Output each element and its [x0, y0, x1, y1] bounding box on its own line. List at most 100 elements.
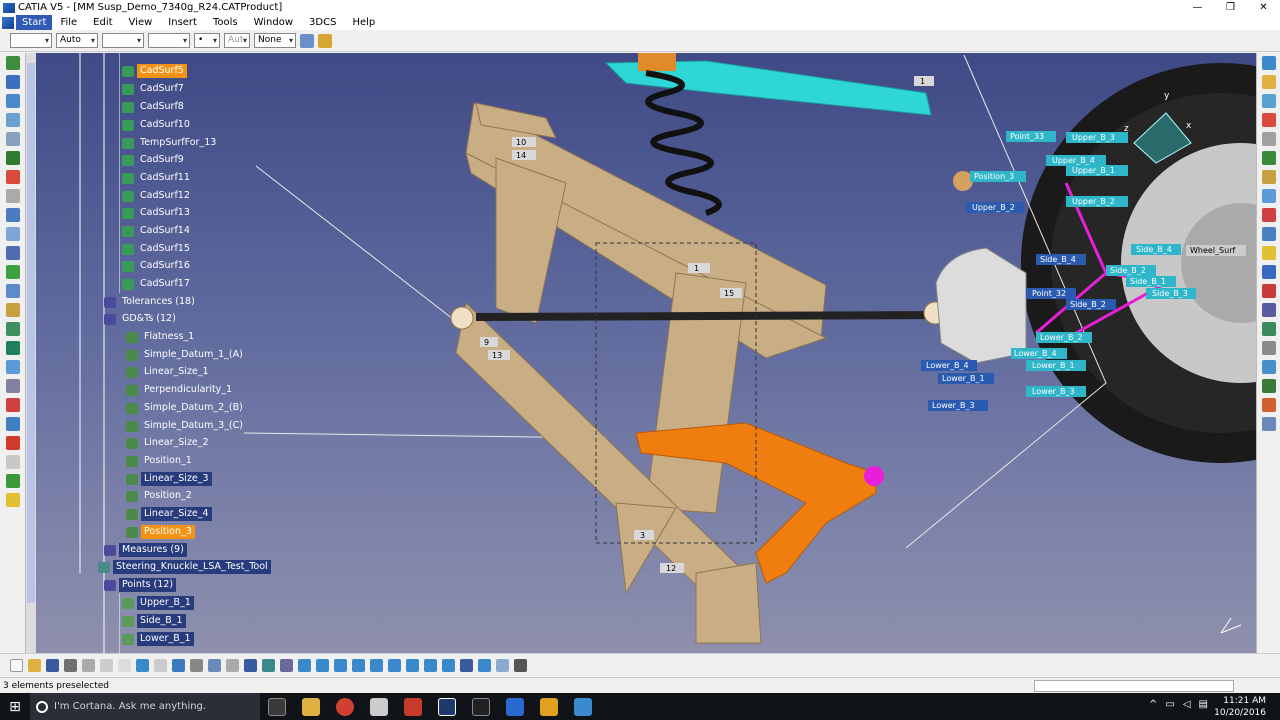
shading-icon[interactable]: [460, 659, 473, 672]
rotate-icon[interactable]: [352, 659, 365, 672]
tree-item[interactable]: CadSurf15: [122, 241, 193, 257]
iso-view-icon[interactable]: [442, 659, 455, 672]
brush2-icon[interactable]: [5, 455, 20, 469]
start-icon[interactable]: [2, 16, 14, 29]
tree-item[interactable]: Side_B_1: [122, 613, 186, 629]
close-button[interactable]: ✕: [1247, 0, 1280, 15]
car-icon[interactable]: [5, 436, 20, 450]
tree-item[interactable]: CadSurf11: [122, 170, 193, 186]
color-combo[interactable]: [10, 33, 52, 48]
menu-file[interactable]: File: [52, 15, 85, 30]
table-icon[interactable]: [244, 659, 257, 672]
fit-all-icon[interactable]: [316, 659, 329, 672]
swap-visible-icon[interactable]: [496, 659, 509, 672]
tree-item[interactable]: CadSurf14: [122, 223, 193, 239]
pan-icon[interactable]: [334, 659, 347, 672]
task-view-icon[interactable]: [268, 697, 286, 716]
tree-scrollbar-thumb[interactable]: [27, 63, 35, 603]
select-icon[interactable]: [1261, 56, 1276, 70]
menu-3dcs[interactable]: 3DCS: [301, 15, 344, 30]
network-tray-icon[interactable]: ▭: [1165, 699, 1174, 710]
linetype-combo[interactable]: [102, 33, 144, 48]
snap-icon[interactable]: [1261, 94, 1276, 108]
export-icon[interactable]: [1261, 379, 1276, 393]
fastener-icon[interactable]: [1261, 113, 1276, 127]
menu-view[interactable]: View: [121, 15, 161, 30]
tree-scrollbar[interactable]: [26, 53, 36, 653]
fly-icon[interactable]: [298, 659, 311, 672]
catia-taskbar-icon[interactable]: [438, 697, 456, 716]
lineweight-combo[interactable]: [148, 33, 190, 48]
snowflake-icon[interactable]: [574, 697, 592, 716]
kinematics-icon[interactable]: [1261, 303, 1276, 317]
paste-icon[interactable]: [118, 659, 131, 672]
tree-item[interactable]: CadSurf12: [122, 188, 193, 204]
keyboard-icon[interactable]: ▤: [1199, 699, 1208, 710]
analyze-icon[interactable]: [1261, 189, 1276, 203]
view-icon[interactable]: [1261, 360, 1276, 374]
tree-item[interactable]: Position_1: [126, 453, 195, 469]
app-icon[interactable]: [370, 697, 388, 716]
tree-item[interactable]: Linear_Size_2: [126, 435, 212, 451]
settings-icon[interactable]: [540, 697, 558, 716]
clock[interactable]: 11:21 AM 10/20/2016: [1214, 695, 1266, 719]
tree-item[interactable]: Position_2: [126, 488, 195, 504]
tree-item[interactable]: Upper_B_1: [122, 595, 194, 611]
sim-icon[interactable]: [5, 360, 20, 374]
check-icon[interactable]: [5, 265, 20, 279]
normal-view-icon[interactable]: [406, 659, 419, 672]
star-icon[interactable]: [5, 493, 20, 507]
file-explorer-icon[interactable]: [302, 697, 320, 716]
chevron-up-icon[interactable]: ^: [1149, 699, 1157, 710]
maximize-button[interactable]: ❐: [1214, 0, 1247, 15]
tree-item[interactable]: Perpendicularity_1: [126, 382, 235, 398]
analysis-icon[interactable]: [5, 189, 20, 203]
section-icon[interactable]: [1261, 227, 1276, 241]
tree-item[interactable]: CadSurf7: [122, 81, 187, 97]
tree-item[interactable]: Tolerances (18): [104, 294, 198, 310]
open-icon[interactable]: [28, 659, 41, 672]
export-icon[interactable]: [5, 474, 20, 488]
constraint-icon[interactable]: [5, 227, 20, 241]
cortana-search[interactable]: I'm Cortana. Ask me anything.: [30, 693, 260, 720]
tree-item[interactable]: Measures (9): [104, 542, 187, 558]
formula-icon[interactable]: [190, 659, 203, 672]
chrome-icon[interactable]: [336, 697, 354, 716]
arrow-icon[interactable]: [1261, 265, 1276, 279]
comment-icon[interactable]: [208, 659, 221, 672]
bulb-icon[interactable]: [1261, 246, 1276, 260]
tree-item[interactable]: Simple_Datum_1_(A): [126, 347, 246, 363]
zoom-in-icon[interactable]: [370, 659, 383, 672]
cut-icon[interactable]: [82, 659, 95, 672]
tree-item[interactable]: Lower_B_1: [122, 631, 194, 647]
tree-item[interactable]: Position_3: [126, 524, 195, 540]
menu-help[interactable]: Help: [344, 15, 383, 30]
tree-item[interactable]: CadSurf16: [122, 258, 193, 274]
measure-icon[interactable]: [5, 170, 20, 184]
tree-item[interactable]: CadSurf17: [122, 276, 193, 292]
capture-icon[interactable]: [514, 659, 527, 672]
render-icon[interactable]: [1261, 398, 1276, 412]
clash-icon[interactable]: [1261, 208, 1276, 222]
multi-view-icon[interactable]: [424, 659, 437, 672]
tree-item[interactable]: Simple_Datum_3_(C): [126, 418, 246, 434]
sim-icon[interactable]: [1261, 284, 1276, 298]
network-icon[interactable]: [506, 697, 524, 716]
table-icon[interactable]: [5, 322, 20, 336]
hand-icon[interactable]: [1261, 75, 1276, 89]
undo-icon[interactable]: [136, 659, 149, 672]
tree-item[interactable]: TempSurfFor_13: [122, 135, 219, 151]
tree-item[interactable]: Simple_Datum_2_(B): [126, 400, 246, 416]
acrobat-icon[interactable]: [404, 697, 422, 716]
options-icon[interactable]: [1261, 417, 1276, 431]
folder-icon[interactable]: [1261, 170, 1276, 184]
menu-edit[interactable]: Edit: [85, 15, 120, 30]
gear-icon[interactable]: [5, 284, 20, 298]
tree-item[interactable]: GD&Ts (12): [104, 311, 179, 327]
volume-icon[interactable]: ◁: [1183, 699, 1191, 710]
assembly-icon[interactable]: [5, 246, 20, 260]
minimize-button[interactable]: —: [1181, 0, 1214, 15]
plane-icon[interactable]: [5, 94, 20, 108]
menu-tools[interactable]: Tools: [205, 15, 246, 30]
painter-icon[interactable]: [300, 33, 314, 48]
